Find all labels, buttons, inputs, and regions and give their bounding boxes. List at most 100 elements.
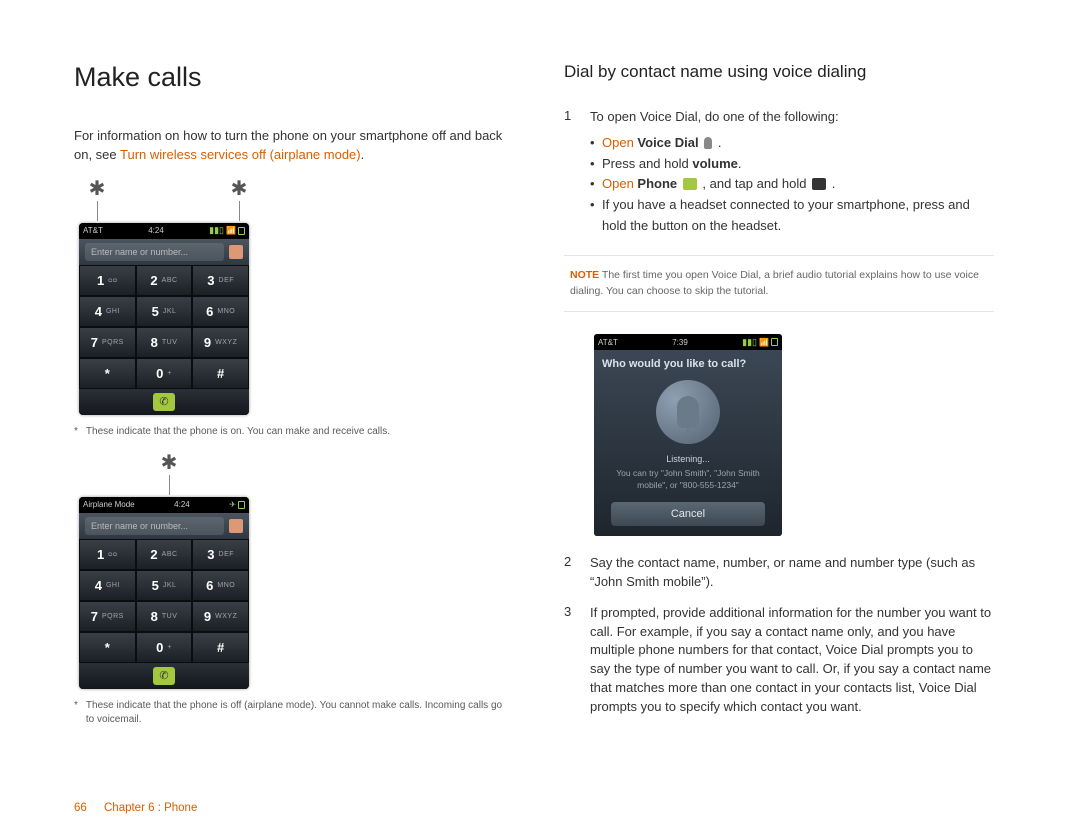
key-letters: MNO <box>217 308 235 315</box>
keypad-key-9[interactable]: 9 WXYZ <box>192 327 249 358</box>
status-icons: ▮▮▯ 📶 <box>742 337 778 348</box>
key-letters: WXYZ <box>215 613 237 620</box>
key-number: 6 <box>206 304 213 319</box>
keypad-key-2[interactable]: 2ABC <box>136 265 193 296</box>
keypad-key-7[interactable]: 7PQRS <box>79 327 136 358</box>
key-number: 3 <box>207 547 214 562</box>
key-number: 1 <box>97 273 104 288</box>
key-number: 0 <box>156 640 163 655</box>
status-bar: AT&T 7:39 ▮▮▯ 📶 <box>594 334 782 350</box>
keypad-key-5[interactable]: 5 JKL <box>136 570 193 601</box>
airplane-mode-link[interactable]: Turn wireless services off (airplane mod… <box>120 147 361 162</box>
key-letters: ABC <box>162 551 178 558</box>
step-number: 2 <box>564 554 590 592</box>
key-number: # <box>217 640 224 655</box>
page-content: Make calls For information on how to tur… <box>0 0 1080 749</box>
left-column: Make calls For information on how to tur… <box>74 62 504 729</box>
keypad-key-3[interactable]: 3DEF <box>192 539 249 570</box>
dialer-search-input[interactable]: Enter name or number... <box>85 243 224 261</box>
status-icons: ▮▮▯ 📶 <box>209 225 245 236</box>
voice-dial-screenshot: AT&T 7:39 ▮▮▯ 📶 Who would you like to ca… <box>594 334 782 536</box>
step-3: 3If prompted, provide additional informa… <box>564 604 994 717</box>
intro-text-b: . <box>361 147 365 162</box>
keypad-key-2[interactable]: 2ABC <box>136 539 193 570</box>
keypad-key-#[interactable]: # <box>192 632 249 663</box>
keypad: 1ᴑᴑ2ABC3DEF4GHI5JKL6MNO7PQRS8TUV9WXYZ*0+… <box>79 539 249 663</box>
note-title: NOTE <box>570 269 599 281</box>
keypad-key-9[interactable]: 9WXYZ <box>192 601 249 632</box>
keypad-key-1[interactable]: 1ᴑᴑ <box>79 265 136 296</box>
bullet-press-volume: Press and hold volume. <box>590 154 994 175</box>
caption-phone-on: *These indicate that the phone is on. Yo… <box>74 425 504 439</box>
step-number: 1 <box>564 108 590 237</box>
keypad-key-#[interactable]: # <box>192 358 249 389</box>
keypad-key-4[interactable]: 4GHI <box>79 570 136 601</box>
keypad-key-8[interactable]: 8TUV <box>136 327 193 358</box>
status-bar: AT&T 4:24 ▮▮▯ 📶 <box>79 223 249 239</box>
microphone-icon <box>677 396 699 428</box>
listening-label: Listening... <box>602 454 774 464</box>
key-letters: WXYZ <box>215 339 237 346</box>
right-column: Dial by contact name using voice dialing… <box>564 62 994 729</box>
battery-icon <box>771 338 778 346</box>
key-number: 5 <box>152 304 159 319</box>
keypad-key-1[interactable]: 1ᴑᴑ <box>79 539 136 570</box>
key-letters: JKL <box>163 582 177 589</box>
key-number: 9 <box>204 335 211 350</box>
keypad-key-5[interactable]: 5 JKL <box>136 296 193 327</box>
key-letters: ABC <box>162 277 178 284</box>
dial-icon <box>812 178 826 190</box>
step-1-intro: To open Voice Dial, do one of the follow… <box>590 109 839 124</box>
keypad-key-4[interactable]: 4 GHI <box>79 296 136 327</box>
call-button[interactable]: ✆ <box>153 667 175 685</box>
step-1-bullets: Open Voice Dial . Press and hold volume.… <box>590 133 994 237</box>
page-number: 66 <box>74 802 87 814</box>
keypad-key-*[interactable]: * <box>79 358 136 389</box>
key-letters: JKL <box>163 308 177 315</box>
airplane-icon: ✈ <box>229 500 236 509</box>
key-number: 6 <box>206 578 213 593</box>
key-number: 5 <box>152 578 159 593</box>
voice-dial-body: Who would you like to call? Listening...… <box>594 350 782 536</box>
microphone-icon <box>704 137 712 149</box>
caption-airplane-mode: *These indicate that the phone is off (a… <box>74 699 504 727</box>
dialer-search-input[interactable]: Enter name or number... <box>85 517 224 535</box>
clock-label: 7:39 <box>672 338 688 347</box>
step-2-text: Say the contact name, number, or name an… <box>590 554 994 592</box>
keypad-key-3[interactable]: 3 DEF <box>192 265 249 296</box>
battery-icon <box>238 227 245 235</box>
keypad-key-6[interactable]: 6 MNO <box>192 296 249 327</box>
key-number: 3 <box>207 273 214 288</box>
step-1: 1 To open Voice Dial, do one of the foll… <box>564 108 994 237</box>
key-number: 4 <box>95 304 102 319</box>
keypad-key-7[interactable]: 7PQRS <box>79 601 136 632</box>
keypad-key-0[interactable]: 0+ <box>136 632 193 663</box>
call-button[interactable]: ✆ <box>153 393 175 411</box>
steps-list: 1 To open Voice Dial, do one of the foll… <box>564 108 994 237</box>
note-box: NOTE The first time you open Voice Dial,… <box>564 255 994 313</box>
key-letters: TUV <box>162 613 178 620</box>
key-letters: DEF <box>219 277 235 284</box>
caption-text: These indicate that the phone is on. You… <box>86 425 390 439</box>
keypad-key-8[interactable]: 8TUV <box>136 601 193 632</box>
voice-hint: You can try "John Smith", "John Smith mo… <box>602 468 774 492</box>
bars-icon: 📶 <box>226 226 236 235</box>
dialer-screenshot-airplane-mode: Airplane Mode 4:24 ✈ Enter name or numbe… <box>79 497 249 689</box>
dialer-search-row: Enter name or number... <box>79 513 249 539</box>
key-letters: GHI <box>106 308 120 315</box>
key-number: * <box>105 366 110 381</box>
contacts-icon[interactable] <box>229 519 243 533</box>
page-footer: 66 Chapter 6 : Phone <box>74 802 197 814</box>
key-number: * <box>105 640 110 655</box>
phone-icon: ✆ <box>159 395 168 408</box>
chapter-ref: Chapter 6 : Phone <box>104 802 197 814</box>
cancel-button[interactable]: Cancel <box>611 502 766 526</box>
note-text: The first time you open Voice Dial, a br… <box>570 269 979 297</box>
contacts-icon[interactable] <box>229 245 243 259</box>
keypad-key-6[interactable]: 6MNO <box>192 570 249 601</box>
key-number: 7 <box>91 335 98 350</box>
keypad-key-0[interactable]: 0+ <box>136 358 193 389</box>
key-letters: + <box>167 370 172 377</box>
keypad-key-*[interactable]: * <box>79 632 136 663</box>
key-letters: + <box>167 644 172 651</box>
